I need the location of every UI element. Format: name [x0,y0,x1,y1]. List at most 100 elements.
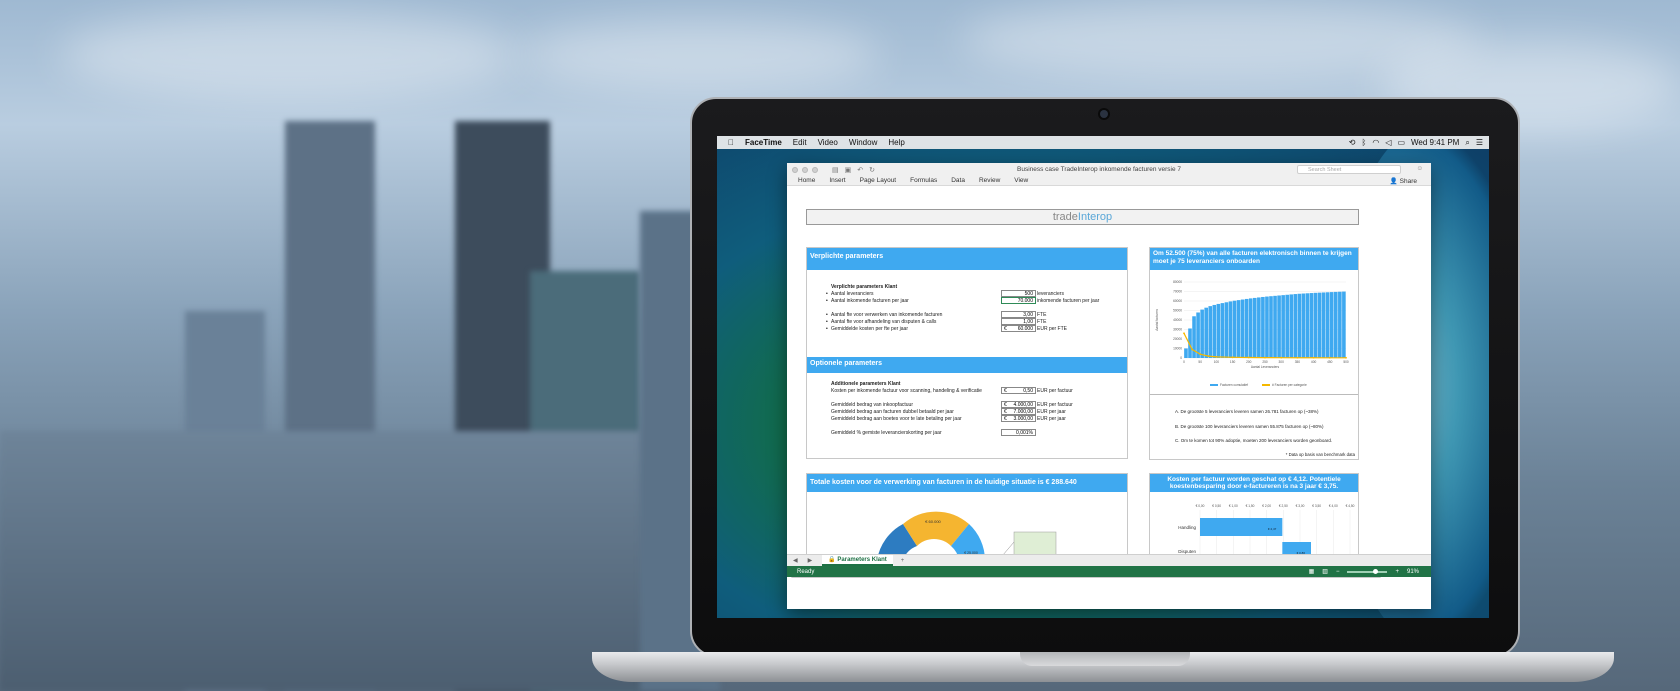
bluetooth-icon[interactable]: ᛒ [1362,138,1367,147]
x-tick-label: € 0,00 [1196,504,1205,508]
logo-part1: trade [1052,211,1078,223]
per-category-point [1215,355,1218,358]
status-bar: Ready ▦ ▥ − + 91% [787,566,1431,577]
param-unit: EUR per FTE [1037,326,1068,332]
wifi-icon[interactable]: ◠ [1372,138,1379,147]
prev-sheet-icon[interactable]: ◀ [793,557,798,564]
next-sheet-icon[interactable]: ▶ [808,557,813,564]
y-tick-label: 20000 [1173,337,1182,341]
account-icon[interactable]: ☺ [1416,165,1423,172]
cost-bar-label: € 2,47 [1268,527,1277,531]
notification-center-icon[interactable]: ☰ [1476,138,1483,147]
param-value-cell[interactable]: €0,50 [1001,387,1036,394]
verplicht-header: Verplichte parameters [807,248,1127,270]
apple-icon[interactable]:  [728,138,734,147]
redo-icon[interactable]: ↻ [869,166,875,174]
tab-view[interactable]: View [1014,177,1028,184]
x-tick-label: 100 [1214,360,1220,364]
cumulative-bar [1338,291,1342,358]
onboarding-area-chart[interactable]: 8000070000600005000040000300002000010000… [1150,272,1358,392]
share-button[interactable]: 👤 Share [1390,177,1417,185]
volume-icon[interactable]: ◁ [1385,138,1391,147]
param-value-cell[interactable]: €60.000 [1001,325,1036,332]
param-value-cell[interactable]: 3,00 [1001,311,1036,318]
spotlight-icon[interactable]: ⌕ [1465,138,1469,148]
onboarding-chart-panel: Om 52.500 (75%) van alle facturen elektr… [1149,247,1359,460]
menu-edit[interactable]: Edit [793,138,807,147]
menu-help[interactable]: Help [888,138,904,147]
menu-video[interactable]: Video [818,138,838,147]
param-unit: inkomende facturen per jaar [1037,298,1100,304]
save-icon[interactable]: ▣ [845,166,852,174]
x-tick-label: € 1,50 [1246,504,1255,508]
tab-review[interactable]: Review [979,177,1000,184]
param-value-cell[interactable]: €3.000,00 [1001,415,1036,422]
window-titlebar: ▤ ▣ ↶ ↻ Business case TradeInterop inkom… [787,163,1431,176]
param-value-cell[interactable]: 1,00 [1001,318,1036,325]
zoom-window-button[interactable] [812,166,818,173]
sheet-tab-parameters[interactable]: 🔒 Parameters Klant [822,555,893,566]
x-tick-label: 300 [1279,360,1285,364]
y-tick-label: 80000 [1173,280,1182,284]
param-label: Aantal inkomende facturen per jaar [831,298,909,304]
legend-swatch-cumulative [1210,384,1218,386]
share-icon: 👤 [1389,177,1400,185]
cumulative-bar [1196,312,1200,358]
y-tick-label: 70000 [1173,290,1182,294]
menu-app-name[interactable]: FaceTime [745,138,782,147]
tab-home[interactable]: Home [798,177,815,184]
menu-window[interactable]: Window [849,138,877,147]
param-value-cell[interactable]: €7.000,00 [1001,408,1036,415]
x-tick-label: 50 [1198,360,1202,364]
cumulative-bar [1216,303,1221,358]
menu-clock[interactable]: Wed 9:41 PM [1411,138,1459,147]
normal-view-icon[interactable]: ▦ [1309,568,1315,575]
param-label: Gemiddeld bedrag van inkoopfactuur [831,402,913,408]
search-sheet-input[interactable]: Search Sheet [1297,165,1401,174]
currency-symbol: € [1004,416,1007,422]
note-a: A. De grootste 5 leveranciers leveren sa… [1175,409,1319,414]
per-category-line [1183,333,1347,359]
sidebar-icon[interactable]: ▤ [832,166,839,174]
bullet: • [826,298,828,304]
costs-gauge-chart[interactable]: € 60.000 € 25.000 € 0,00 [847,502,1107,562]
close-window-button[interactable] [792,166,798,173]
verplicht-subheader: Verplichte parameters Klant [831,284,898,290]
zoom-slider[interactable] [1347,568,1388,574]
tab-formulas[interactable]: Formulas [910,177,937,184]
tab-page-layout[interactable]: Page Layout [860,177,897,184]
x-tick-label: 400 [1311,360,1317,364]
param-value-cell[interactable]: 0,001% [1001,429,1036,436]
zoom-in-button[interactable]: + [1395,569,1399,575]
x-tick-label: 450 [1327,360,1333,364]
add-sheet-button[interactable]: + [901,558,905,564]
undo-icon[interactable]: ↶ [857,166,863,174]
minimize-window-button[interactable] [802,166,808,173]
cumulative-bar [1204,307,1208,358]
category-label: Handling [1178,525,1196,530]
cumulative-bar [1208,306,1213,358]
param-label: Aantal leveranciers [831,291,874,297]
param-label: Gemiddeld bedrag aan boetes voor te late… [831,416,962,422]
param-unit: leveranciers [1037,291,1064,297]
page-layout-view-icon[interactable]: ▥ [1322,568,1328,575]
logo-part2: Interop [1077,211,1113,223]
cumulative-bar [1261,296,1265,358]
tab-data[interactable]: Data [951,177,965,184]
param-unit: EUR per jaar [1037,409,1066,415]
battery-icon[interactable]: ▭ [1397,138,1405,147]
worksheet[interactable]: tradeInterop Verplichte parameters Verpl… [787,187,1431,578]
param-value-cell[interactable]: €4.000,00 [1001,401,1036,408]
time-machine-icon[interactable]: ⟲ [1349,138,1356,147]
param-label: Gemiddeld % gemiste leverancierskorting … [831,430,942,436]
ribbon-tabs: Home Insert Page Layout Formulas Data Re… [787,176,1431,186]
legend-swatch-category [1262,384,1270,386]
tab-insert[interactable]: Insert [829,177,845,184]
param-value-cell[interactable]: 500 [1001,290,1036,297]
bullet: • [826,319,828,325]
y-tick-label: 30000 [1173,328,1182,332]
param-value-cell[interactable]: 70.000 [1001,297,1036,304]
y-tick-label: 10000 [1173,347,1182,351]
param-value: 0,001% [1016,430,1033,436]
zoom-out-button[interactable]: − [1336,569,1340,575]
